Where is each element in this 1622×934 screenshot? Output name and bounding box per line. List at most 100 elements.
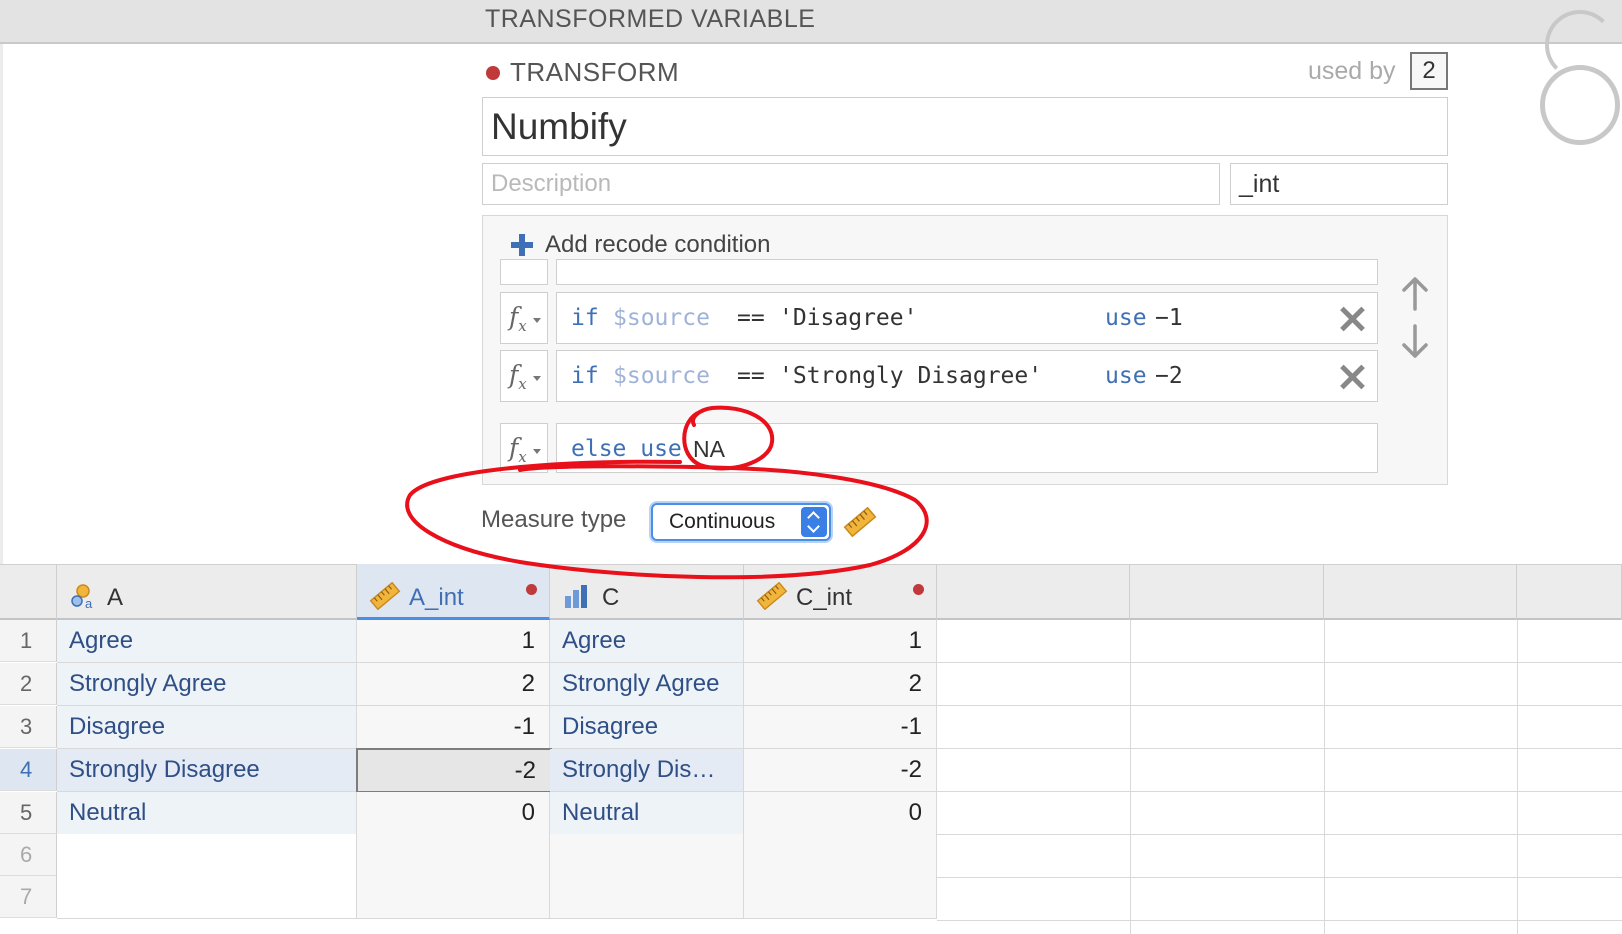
table-cell[interactable]: 2 [744, 663, 937, 706]
arrow-up-icon[interactable] [1400, 275, 1430, 311]
add-recode-condition-button[interactable]: Add recode condition [511, 228, 771, 262]
empty-cell[interactable] [744, 876, 937, 919]
ruler-icon [756, 582, 788, 610]
else-keyword: else use [571, 436, 682, 462]
empty-cell[interactable] [357, 834, 550, 877]
source-variable: $source [613, 305, 710, 331]
transform-section-label: TRANSFORM [510, 57, 680, 87]
result-value: −2 [1155, 363, 1183, 389]
table-cell[interactable]: Disagree [57, 706, 357, 749]
empty-cell[interactable] [550, 834, 744, 877]
corner-cell [0, 564, 57, 620]
table-cell[interactable]: Agree [550, 620, 744, 663]
column-name: A [107, 584, 124, 611]
row-number[interactable]: 5 [0, 792, 57, 834]
row-number[interactable]: 7 [0, 876, 57, 918]
grid-line [1130, 620, 1131, 934]
else-condition-row[interactable]: else use NA [556, 423, 1378, 473]
recode-conditions-panel: Add recode condition fx if $source == 'D… [482, 215, 1448, 485]
table-cell[interactable]: Strongly Agree [550, 663, 744, 706]
grid-line [1517, 620, 1518, 934]
table-cell[interactable]: 1 [744, 620, 937, 663]
recode-condition-row[interactable]: if $source == 'Disagree' use −1 [556, 292, 1378, 344]
row-number[interactable]: 3 [0, 706, 57, 748]
table-cell[interactable]: Strongly Agree [57, 663, 357, 706]
measure-type-value: Continuous [669, 510, 776, 533]
use-keyword: use [1105, 305, 1147, 331]
row-number[interactable]: 2 [0, 663, 57, 705]
column-header-c-int[interactable]: C_int [744, 564, 937, 620]
column-name: A_int [409, 584, 464, 611]
function-button[interactable]: fx [500, 350, 548, 402]
table-cell[interactable]: 2 [357, 663, 550, 706]
data-spreadsheet: a A A_int C C_int 1 2 3 4 5 6 7 Agree 1 … [0, 564, 1622, 934]
condition-value: 'Strongly Disagree' [779, 363, 1043, 389]
column-name: C_int [796, 584, 853, 611]
column-name: C [602, 584, 620, 611]
table-cell[interactable]: -1 [744, 706, 937, 749]
result-value: −1 [1155, 305, 1183, 331]
arrow-down-icon[interactable] [1400, 324, 1430, 360]
suffix-field[interactable]: _int [1230, 163, 1448, 205]
table-cell[interactable]: Strongly Disagree [57, 749, 357, 792]
function-button[interactable]: fx [500, 292, 548, 344]
used-by-count-badge[interactable]: 2 [1410, 52, 1448, 90]
empty-cell[interactable] [357, 876, 550, 919]
bar-chart-icon [565, 585, 587, 608]
table-cell[interactable]: 1 [357, 620, 550, 663]
close-icon[interactable] [1338, 304, 1368, 334]
table-cell[interactable]: Disagree [550, 706, 744, 749]
operator: == [737, 363, 765, 389]
transform-name-field[interactable]: Numbify [482, 97, 1448, 156]
empty-grid-area [937, 620, 1622, 934]
empty-column-header[interactable] [1324, 564, 1517, 620]
modified-dot [913, 584, 924, 595]
empty-column-header[interactable] [937, 564, 1130, 620]
modified-dot [526, 584, 537, 595]
check-circle-icon[interactable] [1540, 65, 1620, 145]
table-cell[interactable]: Neutral [57, 792, 357, 835]
selected-table-cell[interactable]: -2 [356, 748, 552, 793]
column-header-c[interactable]: C [550, 564, 744, 620]
scrolled-condition-row [483, 259, 1447, 285]
use-keyword: use [1105, 363, 1147, 389]
table-cell[interactable]: Strongly Dis… [550, 749, 744, 792]
svg-text:a: a [85, 596, 93, 610]
header-title: TRANSFORMED VARIABLE [485, 5, 816, 33]
description-field[interactable]: Description [482, 163, 1220, 205]
grid-line [1324, 620, 1325, 934]
ruler-icon [843, 507, 877, 537]
function-button[interactable]: fx [500, 423, 548, 473]
window-header: TRANSFORMED VARIABLE [0, 0, 1622, 44]
table-cell[interactable]: -2 [744, 749, 937, 792]
ruler-icon [369, 582, 401, 610]
nominal-text-icon: a [71, 584, 93, 610]
operator: == [737, 305, 765, 331]
column-header-a[interactable]: a A [57, 564, 357, 620]
empty-cell[interactable] [57, 876, 357, 919]
close-icon[interactable] [1338, 362, 1368, 392]
chevron-down-icon [533, 318, 541, 323]
table-cell[interactable]: 0 [744, 792, 937, 835]
source-variable: $source [613, 363, 710, 389]
row-number[interactable]: 1 [0, 620, 57, 662]
empty-cell[interactable] [550, 876, 744, 919]
column-header-a-int[interactable]: A_int [357, 564, 550, 620]
empty-cell[interactable] [744, 834, 937, 877]
table-cell[interactable]: Neutral [550, 792, 744, 835]
table-cell[interactable]: -1 [357, 706, 550, 749]
measure-type-select[interactable]: Continuous [651, 503, 831, 541]
recode-condition-row[interactable]: if $source == 'Strongly Disagree' use −2 [556, 350, 1378, 402]
table-cell[interactable]: Agree [57, 620, 357, 663]
if-keyword: if [571, 305, 599, 331]
left-divider [0, 44, 3, 564]
empty-cell[interactable] [57, 834, 357, 877]
else-value: NA [693, 436, 725, 462]
add-recode-condition-label: Add recode condition [545, 231, 771, 258]
table-cell[interactable]: 0 [357, 792, 550, 835]
empty-column-header[interactable] [1517, 564, 1622, 620]
empty-column-header[interactable] [1130, 564, 1324, 620]
row-number[interactable]: 4 [0, 749, 57, 791]
row-number[interactable]: 6 [0, 834, 57, 876]
chevron-down-icon [533, 449, 541, 454]
